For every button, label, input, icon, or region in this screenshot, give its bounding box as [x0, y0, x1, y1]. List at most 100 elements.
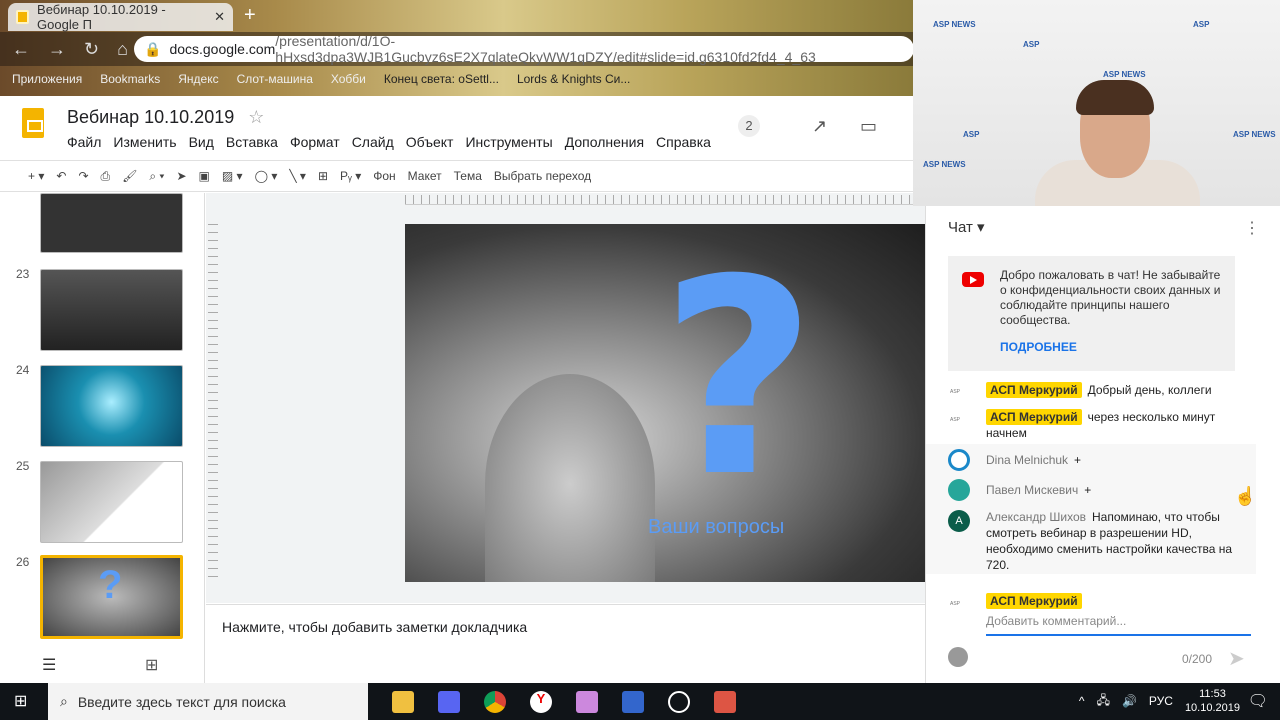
background-button[interactable]: Фон [373, 169, 395, 183]
welcome-banner: Добро пожаловать в чат! Не забывайте о к… [948, 256, 1235, 371]
bookmark[interactable]: Приложения [12, 72, 82, 86]
comment-add-icon[interactable]: ⊞ [318, 169, 328, 183]
textbox-icon[interactable]: ▣ [199, 169, 210, 183]
menu-help[interactable]: Справка [656, 134, 711, 150]
list-view-icon[interactable]: ☰ [42, 655, 56, 675]
menu-edit[interactable]: Изменить [113, 134, 176, 150]
webcam-hair [1076, 80, 1154, 115]
language-indicator[interactable]: РУС [1149, 694, 1173, 708]
explorer-icon[interactable] [392, 690, 414, 713]
transition-button[interactable]: Выбрать переход [494, 169, 591, 183]
vertical-ruler [208, 224, 218, 582]
bookmark[interactable]: Bookmarks [100, 72, 160, 86]
forward-icon[interactable]: → [48, 39, 66, 60]
menu-bar: Файл Изменить Вид Вставка Формат Слайд Объект И… [67, 134, 711, 150]
chat-message: Александр Шихов Напоминаю, что чтобы смот… [986, 510, 1233, 572]
menu-format[interactable]: Формат [290, 134, 340, 150]
comment-input[interactable]: Добавить комментарий... [986, 614, 1251, 636]
menu-object[interactable]: Объект [406, 134, 454, 150]
tray-chevron-icon[interactable]: ^ [1079, 694, 1085, 708]
home-icon[interactable]: ⌂ [117, 39, 128, 60]
line-icon[interactable]: ╲ ▾ [289, 169, 306, 183]
notifications-icon[interactable]: 🗨 [1248, 691, 1268, 711]
search-icon: ⌕ [60, 693, 68, 709]
bookmark[interactable]: Хобби [331, 72, 366, 86]
volume-icon[interactable]: 🔊 [1122, 694, 1137, 708]
grid-view-icon[interactable]: ⊞ [145, 655, 158, 675]
menu-slide[interactable]: Слайд [352, 134, 394, 150]
slides-logo-icon[interactable] [22, 108, 44, 138]
paint-format-icon[interactable]: 🖌 [122, 169, 137, 183]
slide-thumbnail[interactable] [40, 269, 183, 351]
slide-thumbnail-selected[interactable]: ? [40, 555, 183, 639]
close-tab-icon[interactable]: ✕ [214, 9, 225, 25]
print-icon[interactable]: ⎙ [101, 169, 111, 184]
current-slide[interactable]: ? Ваши вопросы [405, 224, 925, 582]
undo-icon[interactable]: ↶ [56, 169, 66, 183]
select-icon[interactable]: ➤ [176, 169, 186, 183]
char-counter: 0/200 [1182, 652, 1213, 666]
app-icon[interactable] [714, 690, 736, 713]
address-bar[interactable]: 🔒 docs.google.com/presentation/d/1O-hHxsd… [134, 33, 914, 65]
redo-icon[interactable]: ↷ [78, 169, 88, 183]
clock[interactable]: 11:53 10.10.2019 [1185, 687, 1240, 715]
more-options-icon[interactable]: ⋮ [1244, 218, 1260, 238]
doc-title[interactable]: Вебинар 10.10.2019 ☆ [67, 107, 264, 128]
zoom-icon[interactable]: ⌕ ▾ [149, 169, 164, 184]
avatar [948, 479, 970, 501]
slide-thumbnail[interactable] [40, 461, 183, 543]
speaker-notes[interactable]: Нажмите, чтобы добавить заметки докладчи… [206, 604, 926, 683]
slide-thumbnail[interactable] [40, 193, 183, 253]
slide-thumbnail[interactable] [40, 365, 183, 447]
chrome-icon[interactable] [484, 690, 506, 713]
rsp-avatar-icon: ASP [950, 417, 961, 423]
youtube-icon [962, 272, 984, 287]
comments-icon[interactable]: ▭ [860, 116, 877, 137]
obs-icon[interactable] [668, 690, 690, 713]
addon-icon[interactable]: Pᵧ ▾ [340, 169, 361, 183]
menu-addons[interactable]: Дополнения [565, 134, 644, 150]
app-icon[interactable] [622, 690, 644, 713]
new-tab-button[interactable]: + [244, 4, 256, 27]
lock-icon: 🔒 [144, 40, 162, 57]
bookmark[interactable]: Слот-машина [237, 72, 313, 86]
theme-button[interactable]: Тема [454, 169, 482, 183]
collaborators-count[interactable]: 2 [738, 115, 760, 137]
activity-icon[interactable]: ↗ [812, 116, 827, 137]
avatar [948, 449, 970, 471]
menu-tools[interactable]: Инструменты [465, 134, 552, 150]
yandex-icon[interactable]: Y [530, 690, 552, 713]
back-icon[interactable]: ← [12, 39, 30, 60]
bookmark[interactable]: Яндекс [178, 72, 218, 86]
add-icon[interactable]: + ▾ [28, 169, 44, 183]
menu-view[interactable]: Вид [189, 134, 214, 150]
taskbar-search[interactable]: ⌕ Введите здесь текст для поиска [48, 683, 368, 720]
menu-insert[interactable]: Вставка [226, 134, 278, 150]
reload-icon[interactable]: ↻ [84, 39, 99, 60]
chat-header[interactable]: Чат ▾ [948, 218, 985, 236]
slide-caption[interactable]: Ваши вопросы [648, 516, 784, 539]
star-icon[interactable]: ☆ [248, 107, 264, 127]
toolbar: + ▾ ↶ ↷ ⎙ 🖌 ⌕ ▾ ➤ ▣ ▨ ▾ ◯ ▾ ╲ ▾ ⊞ Pᵧ ▾ Фон Макет Тема В… [0, 160, 915, 192]
bookmarks-bar: Приложения Bookmarks Яндекс Слот-машина Хобб… [0, 66, 915, 92]
app-icon[interactable] [576, 690, 598, 713]
browser-tab[interactable]: Вебинар 10.10.2019 - Google П ✕ [8, 2, 233, 32]
network-icon[interactable]: 🖧 [1097, 691, 1110, 712]
layout-button[interactable]: Макет [408, 169, 442, 183]
bookmark[interactable]: Конец света: oSettl... [384, 72, 499, 86]
image-icon[interactable]: ▨ ▾ [222, 169, 243, 183]
bookmark[interactable]: Lords & Knights Си... [517, 72, 630, 86]
current-user: АСП Меркурий [986, 593, 1236, 609]
learn-more-link[interactable]: ПОДРОБНЕЕ [1000, 340, 1225, 355]
menu-file[interactable]: Файл [67, 134, 101, 150]
chat-message: Dina Melnichuk + [986, 453, 1082, 467]
question-mark-icon: ? [660, 224, 817, 536]
shape-icon[interactable]: ◯ ▾ [255, 169, 278, 183]
chat-message: Павел Мискевич + [986, 483, 1092, 497]
discord-icon[interactable] [438, 690, 460, 713]
windows-start-icon[interactable]: ⊞ [14, 691, 27, 711]
taskbar: ⊞ ⌕ Введите здесь текст для поиска Y ^ 🖧 🔊 Р… [0, 683, 1280, 720]
rsp-avatar-icon: ASP [950, 389, 961, 395]
send-icon[interactable]: ➤ [1228, 646, 1245, 671]
emoji-icon[interactable] [948, 647, 968, 667]
